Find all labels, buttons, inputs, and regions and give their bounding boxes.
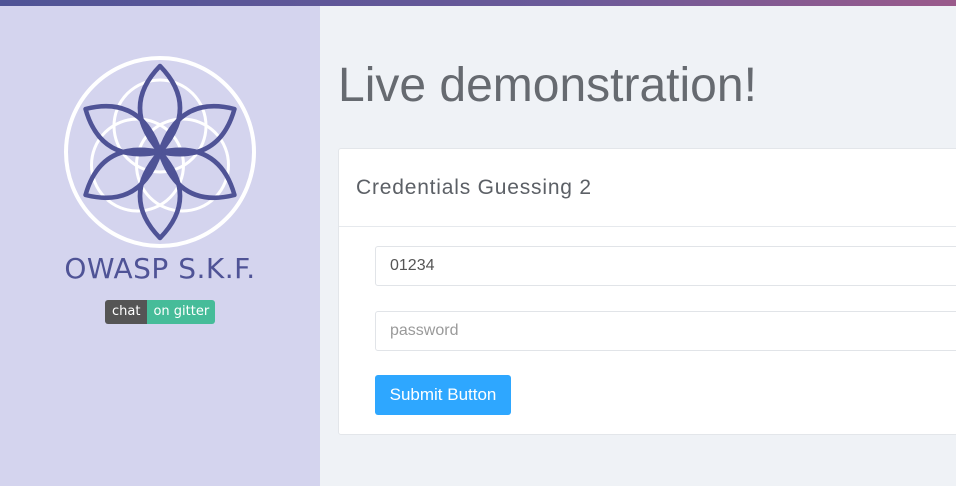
password-field[interactable] [375,311,956,351]
challenge-card: Credentials Guessing 2 Submit Button [338,148,956,435]
gitter-chat-badge[interactable]: chat on gitter [105,300,216,324]
card-title: Credentials Guessing 2 [339,149,956,227]
badge-chat-label: chat [105,300,148,324]
page-title: Live demonstration! [338,59,757,112]
flower-of-life-icon [62,54,258,250]
sidebar: OWASP S.K.F. chat on gitter [0,6,320,486]
badge-gitter-label: on gitter [147,300,216,324]
submit-button[interactable]: Submit Button [375,375,511,415]
username-field[interactable] [375,246,956,286]
brand-name: OWASP S.K.F. [64,252,256,285]
